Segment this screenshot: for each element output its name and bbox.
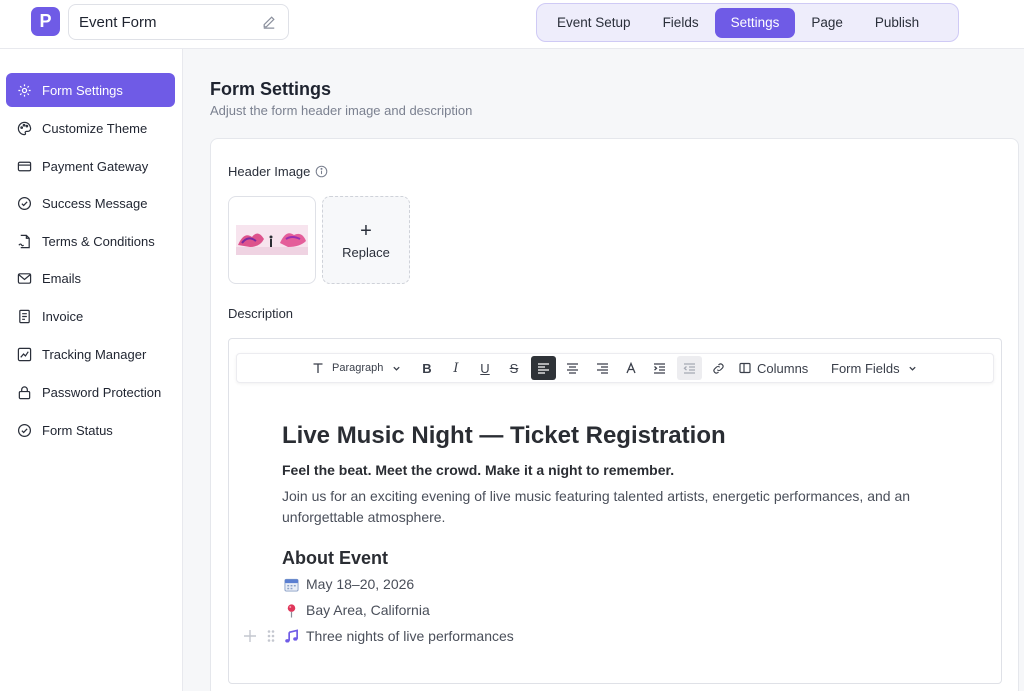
sidebar-item-password-protection[interactable]: Password Protection (6, 375, 175, 409)
indent-icon[interactable] (648, 356, 670, 380)
header-image-thumbnail[interactable] (228, 196, 316, 284)
document-section-heading[interactable]: About Event (282, 548, 388, 569)
document-tagline[interactable]: Feel the beat. Meet the crowd. Make it a… (282, 462, 674, 478)
page-subtitle: Adjust the form header image and descrip… (210, 103, 473, 118)
replace-image-button[interactable]: + Replace (322, 196, 410, 284)
columns-icon (739, 362, 751, 374)
header-image-preview (236, 225, 308, 255)
outdent-icon[interactable] (677, 356, 702, 380)
info-icon[interactable] (315, 165, 328, 178)
chevron-down-icon (908, 364, 917, 373)
tab-publish[interactable]: Publish (859, 8, 935, 38)
top-bar: P Event Form Event Setup Fields Settings… (0, 0, 1024, 49)
sidebar-item-label: Form Settings (42, 82, 123, 98)
form-fields-label: Form Fields (831, 360, 900, 376)
align-right-icon[interactable] (591, 356, 613, 380)
description-label: Description (228, 306, 294, 321)
sidebar-item-label: Terms & Conditions (42, 233, 155, 249)
calendar-icon (283, 576, 299, 592)
sidebar-item-terms-conditions[interactable]: Terms & Conditions (6, 224, 175, 258)
sidebar-item-label: Form Status (42, 422, 113, 438)
header-image-label-text: Header Image (228, 164, 311, 179)
pin-icon (283, 602, 299, 618)
sidebar-item-label: Invoice (42, 308, 84, 324)
list-item[interactable]: Bay Area, California (283, 602, 430, 618)
plus-icon: + (360, 219, 372, 242)
list-item[interactable]: Three nights of live performances (283, 628, 514, 644)
palette-icon (16, 120, 32, 136)
chevron-down-icon (392, 364, 401, 373)
tab-page[interactable]: Page (795, 8, 859, 38)
sidebar-item-label: Tracking Manager (42, 346, 147, 362)
tab-event-setup[interactable]: Event Setup (541, 8, 647, 38)
paragraph-select-value: Paragraph (332, 362, 384, 374)
list-item[interactable]: May 18–20, 2026 (283, 576, 414, 592)
header-image-label: Header Image (228, 164, 328, 179)
list-item-text: Bay Area, California (306, 602, 430, 618)
add-block-icon[interactable] (243, 629, 257, 648)
paragraph-select[interactable]: Paragraph (332, 356, 406, 380)
page-title: Form Settings (210, 79, 332, 99)
tab-fields[interactable]: Fields (647, 8, 715, 38)
app-logo[interactable]: P (31, 7, 60, 36)
music-note-icon (283, 628, 299, 644)
sidebar-item-label: Success Message (42, 195, 148, 211)
chart-icon (16, 346, 32, 362)
form-title-text: Event Form (79, 13, 157, 31)
document-intro[interactable]: Join us for an exciting evening of live … (282, 486, 962, 528)
sidebar-item-label: Customize Theme (42, 120, 148, 136)
sidebar-item-label: Payment Gateway (42, 158, 149, 174)
columns-button[interactable]: Columns (739, 356, 817, 380)
sidebar-item-form-status[interactable]: Form Status (6, 413, 175, 447)
check-circle-icon (16, 195, 32, 211)
sidebar-item-form-settings[interactable]: Form Settings (6, 73, 175, 107)
sidebar-item-emails[interactable]: Emails (6, 261, 175, 295)
drag-handle-icon[interactable] (266, 629, 276, 648)
logo-letter: P (39, 11, 52, 31)
mail-icon (16, 270, 32, 286)
align-left-icon[interactable] (531, 356, 556, 380)
strikethrough-icon[interactable]: S (503, 356, 525, 380)
sidebar-item-payment-gateway[interactable]: Payment Gateway (6, 149, 175, 183)
document-heading[interactable]: Live Music Night — Ticket Registration (282, 422, 726, 450)
sidebar-item-customize-theme[interactable]: Customize Theme (6, 111, 175, 145)
sidebar-item-success-message[interactable]: Success Message (6, 186, 175, 220)
sidebar-item-label: Emails (42, 270, 82, 286)
underline-icon[interactable]: U (474, 356, 496, 380)
lock-icon (16, 384, 32, 400)
text-type-icon[interactable] (310, 356, 326, 380)
columns-label: Columns (757, 360, 809, 376)
top-tabs: Event Setup Fields Settings Page Publish (536, 3, 959, 42)
sidebar-item-label: Password Protection (42, 384, 162, 400)
invoice-icon (16, 308, 32, 324)
text-color-icon[interactable] (620, 356, 642, 380)
gear-icon (16, 82, 32, 98)
check-circle-icon (16, 422, 32, 438)
list-item-text: May 18–20, 2026 (306, 576, 415, 592)
pencil-icon[interactable] (262, 15, 276, 33)
credit-card-icon (16, 158, 32, 174)
bold-icon[interactable]: B (416, 356, 438, 380)
list-item-text: Three nights of live performances (306, 628, 514, 644)
link-icon[interactable] (707, 356, 729, 380)
italic-icon[interactable]: I (445, 356, 467, 380)
form-title-input[interactable]: Event Form (68, 4, 289, 40)
form-fields-dropdown[interactable]: Form Fields (831, 356, 923, 380)
sidebar-item-tracking-manager[interactable]: Tracking Manager (6, 337, 175, 371)
replace-label: Replace (342, 244, 390, 260)
align-center-icon[interactable] (561, 356, 583, 380)
tab-settings[interactable]: Settings (714, 7, 796, 38)
document-sign-icon (16, 233, 32, 249)
sidebar-item-invoice[interactable]: Invoice (6, 299, 175, 333)
